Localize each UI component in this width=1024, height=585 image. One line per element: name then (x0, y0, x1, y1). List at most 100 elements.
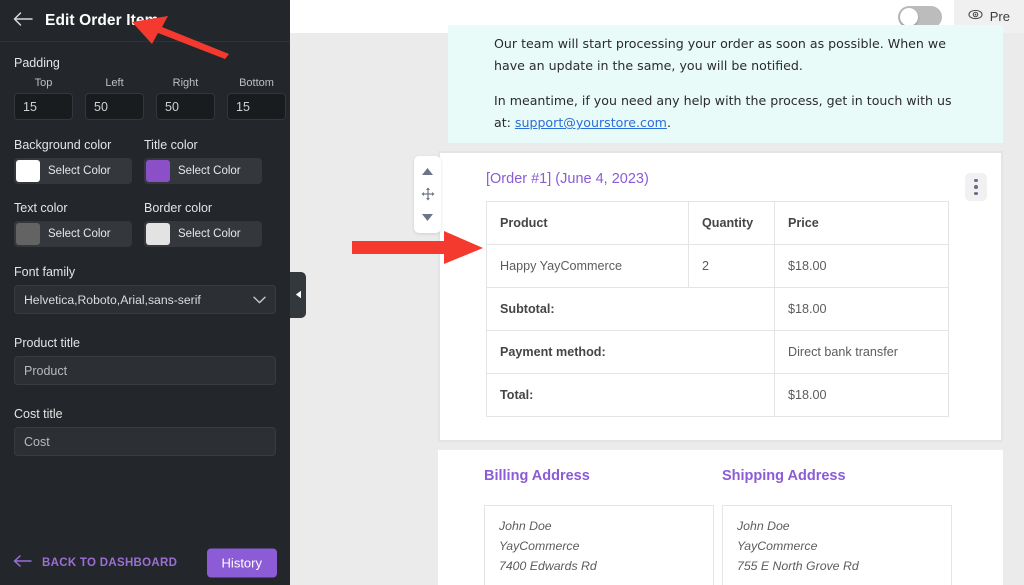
table-row-total: Total: $18.00 (486, 373, 949, 417)
title-color-label: Title color (144, 138, 198, 152)
order-table: Product Quantity Price Happy YayCommerce… (486, 201, 949, 417)
sidebar-footer: BACK TO DASHBOARD History (0, 541, 290, 585)
settings-sidebar: Edit Order Item Padding Top Left Right (0, 0, 290, 585)
background-color-group: Background color Select Color (14, 138, 132, 184)
value-total: $18.00 (774, 373, 949, 417)
padding-section-label: Padding (14, 56, 60, 70)
billing-line-1: John Doe (499, 519, 552, 533)
order-item-block[interactable]: [Order #1] (June 4, 2023) Product Quanti… (438, 151, 1003, 442)
label-total: Total: (486, 373, 775, 417)
text-color-label: Text color (14, 201, 68, 215)
cell-product-name: Happy YayCommerce (486, 244, 689, 288)
value-payment-method: Direct bank transfer (774, 330, 949, 374)
cost-title-input[interactable] (14, 427, 276, 456)
font-family-group: Font family Helvetica,Roboto,Arial,sans-… (14, 265, 276, 314)
app-root: Pre Our team will start processing your … (0, 0, 1024, 585)
back-to-dashboard-button[interactable]: BACK TO DASHBOARD (13, 554, 177, 573)
border-color-picker[interactable]: Select Color (144, 221, 262, 247)
billing-line-3: 7400 Edwards Rd (499, 558, 597, 573)
padding-left-input[interactable] (85, 93, 144, 120)
padding-bottom-group: Bottom (227, 77, 286, 120)
column-header-quantity: Quantity (688, 201, 775, 245)
table-header-row: Product Quantity Price (486, 201, 949, 245)
product-title-input[interactable] (14, 356, 276, 385)
chevron-down-icon (253, 291, 266, 309)
padding-left-group: Left (85, 77, 144, 120)
page-title: Edit Order Item (45, 11, 159, 29)
eye-icon (968, 7, 983, 27)
notice-paragraph-2: In meantime, if you need any help with t… (494, 90, 955, 135)
text-color-swatch (16, 223, 40, 245)
order-notice-block: Our team will start processing your orde… (448, 25, 1003, 143)
border-color-label: Border color (144, 201, 213, 215)
value-subtotal: $18.00 (774, 287, 949, 331)
addresses-block[interactable]: Billing Address Shipping Address John Do… (438, 450, 1003, 585)
padding-fields: Top Left Right Bottom (14, 77, 286, 120)
shipping-line-1: John Doe (737, 519, 790, 533)
block-drag-widget[interactable] (414, 156, 441, 233)
chevron-up-icon[interactable] (421, 167, 434, 176)
support-email-link[interactable]: support@yourstore.com (515, 115, 667, 130)
border-color-group: Border color Select Color (144, 201, 262, 247)
address-headings: Billing Address Shipping Address (484, 468, 983, 484)
cell-price: $18.00 (774, 244, 949, 288)
chevron-down-icon[interactable] (421, 213, 434, 222)
padding-top-group: Top (14, 77, 73, 120)
shipping-line-2: YayCommerce (737, 538, 818, 553)
move-icon[interactable] (421, 187, 435, 201)
padding-bottom-label: Bottom (239, 77, 274, 89)
color-row-2: Text color Select Color Border color Sel… (14, 201, 276, 247)
cost-title-label: Cost title (14, 407, 63, 421)
padding-right-input[interactable] (156, 93, 215, 120)
font-family-value: Helvetica,Roboto,Arial,sans-serif (24, 292, 201, 307)
text-color-group: Text color Select Color (14, 201, 132, 247)
label-subtotal: Subtotal: (486, 287, 775, 331)
preview-button-label: Pre (989, 9, 1010, 24)
order-title: [Order #1] (June 4, 2023) (486, 171, 649, 187)
product-title-label: Product title (14, 336, 81, 350)
padding-top-label: Top (34, 77, 53, 89)
color-row-1: Background color Select Color Title colo… (14, 138, 276, 184)
padding-right-label: Right (172, 77, 199, 89)
back-to-dashboard-label: BACK TO DASHBOARD (42, 557, 178, 569)
notice-paragraph-1: Our team will start processing your orde… (494, 36, 946, 74)
font-family-select[interactable]: Helvetica,Roboto,Arial,sans-serif (14, 285, 276, 314)
table-row: Happy YayCommerce 2 $18.00 (486, 244, 949, 288)
background-color-button-label: Select Color (48, 165, 111, 177)
toggle-knob (899, 7, 918, 26)
cost-title-group: Cost title (14, 407, 276, 456)
background-color-label: Background color (14, 138, 112, 152)
font-family-label: Font family (14, 265, 76, 279)
history-button[interactable]: History (206, 548, 277, 578)
padding-top-input[interactable] (14, 93, 73, 120)
kebab-dot (974, 185, 978, 189)
billing-address-heading: Billing Address (484, 468, 590, 484)
arrow-left-icon (13, 554, 33, 573)
column-header-price: Price (774, 201, 949, 245)
sidebar-header: Edit Order Item (0, 0, 290, 42)
back-arrow-icon[interactable] (13, 11, 33, 31)
kebab-menu-icon[interactable] (965, 173, 987, 201)
sidebar-body: Padding Top Left Right Bottom (0, 42, 290, 585)
shipping-address-box: John Doe YayCommerce 755 E North Grove R… (722, 505, 952, 585)
label-payment-method: Payment method: (486, 330, 775, 374)
table-row-payment-method: Payment method: Direct bank transfer (486, 330, 949, 374)
padding-bottom-input[interactable] (227, 93, 286, 120)
border-color-button-label: Select Color (178, 228, 241, 240)
title-color-group: Title color Select Color (144, 138, 262, 184)
title-color-picker[interactable]: Select Color (144, 158, 262, 184)
editor-canvas: Pre Our team will start processing your … (290, 0, 1024, 585)
text-color-picker[interactable]: Select Color (14, 221, 132, 247)
background-color-picker[interactable]: Select Color (14, 158, 132, 184)
kebab-dot (974, 178, 978, 183)
padding-left-label: Left (105, 77, 124, 89)
table-row-subtotal: Subtotal: $18.00 (486, 287, 949, 331)
sidebar-collapse-handle[interactable] (290, 272, 306, 318)
shipping-address-heading: Shipping Address (722, 468, 846, 484)
border-color-swatch (146, 223, 170, 245)
padding-right-group: Right (156, 77, 215, 120)
text-color-button-label: Select Color (48, 228, 111, 240)
column-header-product: Product (486, 201, 689, 245)
address-boxes: John Doe YayCommerce 7400 Edwards Rd Joh… (484, 505, 983, 585)
background-color-swatch (16, 160, 40, 182)
